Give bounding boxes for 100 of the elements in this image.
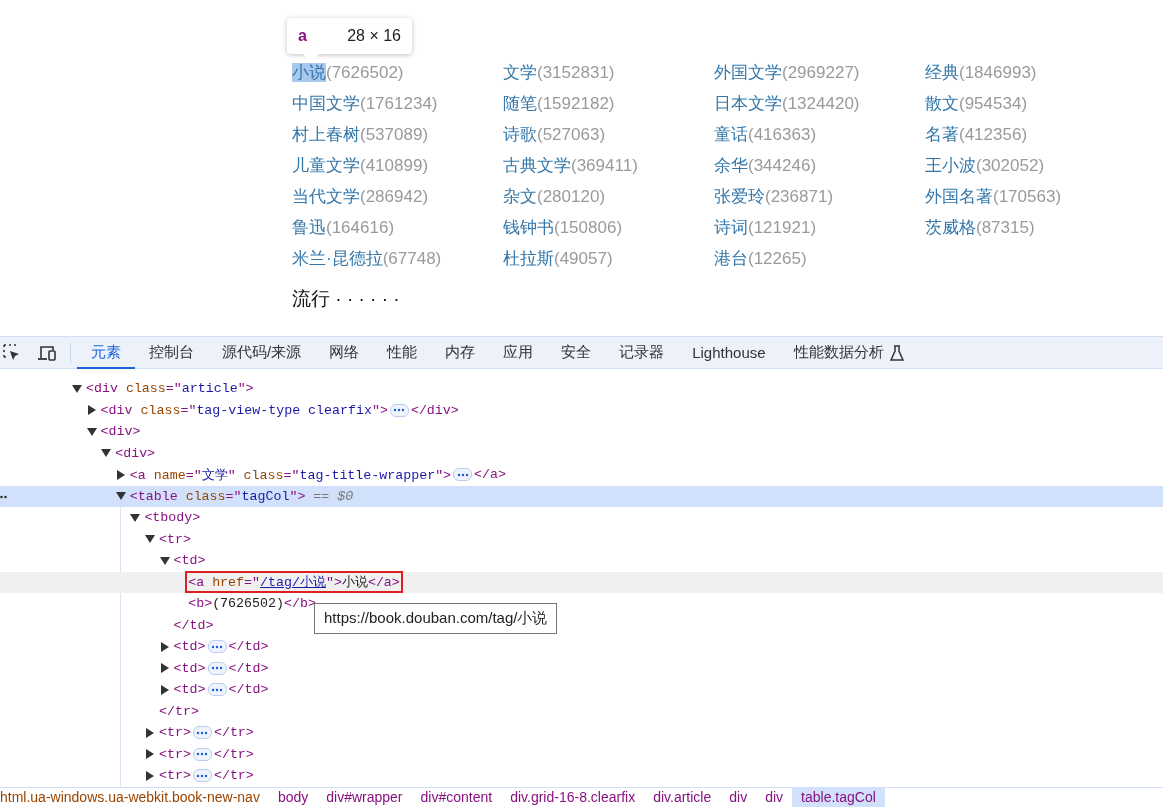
tag-count: (7626502) bbox=[326, 63, 404, 82]
expanded-triangle-icon[interactable] bbox=[159, 555, 170, 566]
tooltip-size: 28 × 16 bbox=[347, 27, 401, 45]
tag-link[interactable]: 王小波 bbox=[925, 156, 976, 175]
closing-tag: </a> bbox=[473, 467, 508, 483]
collapsed-triangle-icon[interactable] bbox=[159, 663, 170, 674]
ellipsis-icon bbox=[393, 408, 406, 413]
expanded-triangle-icon[interactable] bbox=[145, 534, 155, 545]
breadcrumb-item[interactable]: table.tagCol bbox=[792, 788, 885, 807]
tag-link[interactable]: 茨威格 bbox=[925, 218, 976, 237]
collapsed-triangle-icon[interactable] bbox=[115, 469, 126, 480]
code-line: <table class="tagCol"> == $0 bbox=[128, 488, 355, 504]
devtools-tab[interactable]: 内存 bbox=[431, 338, 490, 369]
expand-button[interactable] bbox=[389, 403, 409, 417]
devtools-tab[interactable]: 网络 bbox=[315, 338, 374, 369]
expanded-triangle-icon[interactable] bbox=[86, 426, 97, 437]
expand-button[interactable] bbox=[207, 661, 227, 675]
tag-count: (3152831) bbox=[537, 63, 615, 82]
tag-count: (527063) bbox=[537, 125, 606, 144]
collapsed-triangle-icon[interactable] bbox=[159, 684, 170, 695]
expand-button[interactable] bbox=[453, 468, 473, 482]
tag-link[interactable]: 诗歌 bbox=[503, 125, 537, 144]
tag-count: (537089) bbox=[360, 125, 429, 144]
breadcrumb-item[interactable]: body bbox=[268, 788, 318, 807]
code-line: <td> bbox=[172, 660, 207, 676]
breadcrumb-item[interactable]: div#wrapper bbox=[317, 788, 412, 807]
code-line: <b>(7626502)</b> bbox=[187, 596, 317, 612]
devtools-tab[interactable]: 控制台 bbox=[135, 338, 208, 369]
tag-count: (236871) bbox=[765, 187, 834, 206]
tag-link[interactable]: 童话 bbox=[714, 125, 748, 144]
tooltip-tag: a bbox=[298, 27, 307, 45]
code-line: <a name="文学" class="tag-title-wrapper"> bbox=[128, 466, 453, 484]
ellipsis-icon bbox=[211, 666, 223, 671]
expand-button[interactable] bbox=[207, 640, 227, 654]
collapsed-triangle-icon[interactable] bbox=[159, 641, 170, 652]
breadcrumb-item[interactable]: div.grid-16-8.clearfix bbox=[501, 788, 645, 807]
collapsed-triangle-icon[interactable] bbox=[145, 727, 155, 738]
tag-link[interactable]: 名著 bbox=[925, 125, 959, 144]
ellipsis-icon bbox=[456, 472, 469, 477]
tag-link[interactable]: 诗词 bbox=[714, 218, 748, 237]
breadcrumb-item[interactable]: div bbox=[720, 788, 757, 807]
code-line: <td> bbox=[172, 682, 207, 698]
expand-button[interactable] bbox=[192, 726, 212, 740]
tag-link[interactable]: 米兰·昆德拉 bbox=[292, 249, 383, 268]
expand-button[interactable] bbox=[192, 747, 212, 761]
breadcrumb-item[interactable]: div#content bbox=[411, 788, 502, 807]
tag-link[interactable]: 杂文 bbox=[503, 187, 537, 206]
tag-link[interactable]: 杜拉斯 bbox=[503, 249, 554, 268]
tag-link[interactable]: 儿童文学 bbox=[292, 156, 360, 175]
code-line: <tr> bbox=[158, 768, 192, 784]
devtools-tab[interactable]: 记录器 bbox=[605, 338, 679, 369]
expanded-triangle-icon[interactable] bbox=[101, 448, 112, 459]
tag-link[interactable]: 鲁迅 bbox=[292, 218, 326, 237]
tag-link[interactable]: 散文 bbox=[925, 94, 959, 113]
collapsed-triangle-icon[interactable] bbox=[86, 405, 97, 416]
collapsed-triangle-icon[interactable] bbox=[145, 770, 155, 781]
tag-link[interactable]: 古典文学 bbox=[503, 156, 571, 175]
tag-count: (121921) bbox=[748, 218, 817, 237]
more-icon[interactable] bbox=[0, 494, 10, 499]
devtools-tab[interactable]: 元素 bbox=[77, 338, 135, 369]
tag-link[interactable]: 中国文学 bbox=[292, 94, 360, 113]
tag-link[interactable]: 当代文学 bbox=[292, 187, 360, 206]
code-line: <div class="article"> bbox=[85, 381, 255, 397]
code-line: <tr> bbox=[158, 531, 192, 547]
tag-link[interactable]: 钱钟书 bbox=[503, 218, 554, 237]
closing-tag: </td> bbox=[227, 660, 270, 676]
collapsed-triangle-icon[interactable] bbox=[145, 749, 155, 760]
breadcrumb-item[interactable]: div bbox=[756, 788, 793, 807]
devtools-tab[interactable]: 安全 bbox=[547, 338, 606, 369]
code-line: <tr> bbox=[158, 746, 192, 762]
devtools-tab[interactable]: Lighthouse bbox=[678, 338, 780, 369]
tag-link[interactable]: 文学 bbox=[503, 63, 537, 82]
tag-link[interactable]: 经典 bbox=[925, 63, 959, 82]
expanded-triangle-icon[interactable] bbox=[130, 512, 141, 523]
expand-button[interactable] bbox=[192, 769, 212, 783]
code-line: <tr> bbox=[158, 725, 192, 741]
expanded-triangle-icon[interactable] bbox=[115, 491, 126, 502]
expand-button[interactable] bbox=[207, 683, 227, 697]
tag-count: (344246) bbox=[748, 156, 817, 175]
tag-link[interactable]: 余华 bbox=[714, 156, 748, 175]
tag-link[interactable]: 张爱玲 bbox=[714, 187, 765, 206]
devtools-tab[interactable]: 源代码/来源 bbox=[208, 338, 316, 369]
ellipsis-icon bbox=[196, 773, 209, 778]
tag-link[interactable]: 日本文学 bbox=[714, 94, 782, 113]
devtools-tab[interactable]: 性能数据分析 bbox=[779, 338, 918, 369]
breadcrumb-item[interactable]: div.article bbox=[644, 788, 721, 807]
devtools-tab[interactable]: 应用 bbox=[489, 338, 548, 369]
tag-link[interactable]: 村上春树 bbox=[292, 125, 360, 144]
breadcrumb-item[interactable]: html.ua-windows.ua-webkit.book-new-nav bbox=[0, 788, 269, 807]
tag-count: (280120) bbox=[537, 187, 606, 206]
devtools-tab[interactable]: 性能 bbox=[373, 338, 432, 369]
tag-link[interactable]: 随笔 bbox=[503, 94, 537, 113]
tag-link[interactable]: 外国名著 bbox=[925, 187, 993, 206]
selected-row[interactable]: <table class="tagCol"> == $0 bbox=[0, 485, 1163, 507]
hovered-row[interactable]: <a href="/tag/小说">小说</a> bbox=[0, 571, 1163, 593]
tag-count: (410899) bbox=[360, 156, 429, 175]
tag-link[interactable]: 港台 bbox=[714, 249, 748, 268]
tag-link[interactable]: 小说 bbox=[292, 63, 326, 82]
expanded-triangle-icon[interactable] bbox=[72, 383, 82, 394]
tag-link[interactable]: 外国文学 bbox=[714, 63, 782, 82]
